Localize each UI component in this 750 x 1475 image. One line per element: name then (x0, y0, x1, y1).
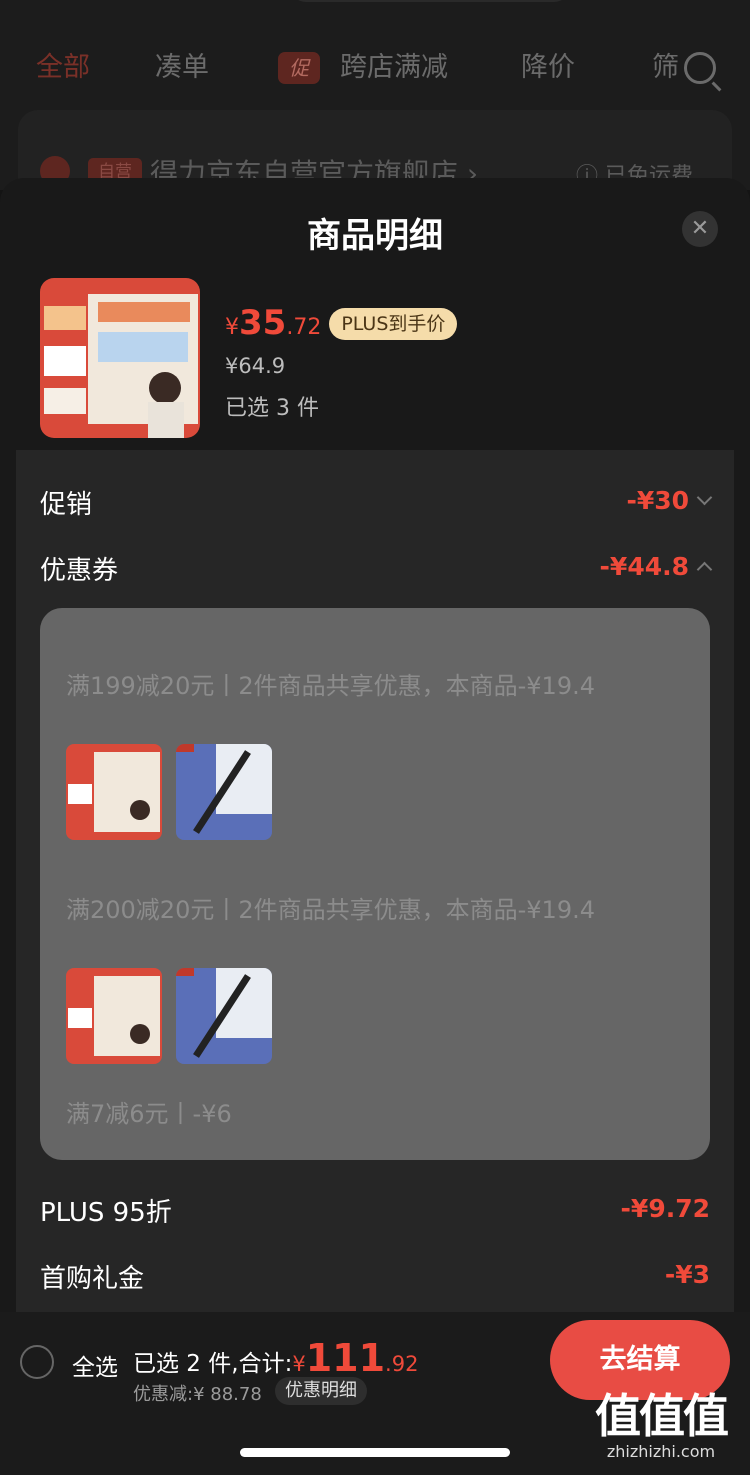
close-icon[interactable]: ✕ (682, 211, 718, 247)
sheet-title: 商品明细 (307, 216, 443, 256)
coupon-product-thumb (176, 744, 272, 840)
promo-badge: 促 (278, 52, 320, 84)
coupon-label: 优惠券 (40, 556, 119, 586)
original-price: ¥64.9 (225, 354, 286, 378)
coupon-list: 满199减20元丨2件商品共享优惠，本商品-¥19.4 满200减20元丨2件商… (40, 608, 710, 1160)
chevron-up-icon (696, 561, 713, 578)
coupon-item: 满199减20元丨2件商品共享优惠，本商品-¥19.4 (66, 672, 595, 700)
total-decimal: .92 (385, 1352, 419, 1376)
select-all-label[interactable]: 全选 (72, 1348, 118, 1382)
coupon-product-thumb (176, 968, 272, 1064)
promo-value: -¥30 (626, 486, 689, 515)
tab-all[interactable]: 全部 (36, 48, 90, 88)
price-integer: 35 (239, 303, 287, 343)
coupon-item: 满200减20元丨2件商品共享优惠，本商品-¥19.4 (66, 896, 595, 924)
plus-discount-value: -¥9.72 (620, 1194, 710, 1223)
selected-count: 已选 3 件 (225, 396, 319, 421)
price-currency: ¥ (225, 315, 239, 340)
price-decimal: .72 (286, 315, 322, 340)
coupon-product-thumb (66, 968, 162, 1064)
total-prefix: 已选 2 件,合计: (133, 1351, 293, 1377)
plus-price-tag: PLUS到手价 (329, 308, 458, 340)
product-price: ¥35.72 PLUS到手价 (225, 303, 458, 343)
plus-discount-label: PLUS 95折 (40, 1198, 172, 1228)
promo-label: 促销 (40, 490, 93, 520)
coupon-value: -¥44.8 (599, 552, 689, 581)
checkout-bar: 全选 已选 2 件,合计:¥111.92 优惠减:¥ 88.78 优惠明细 去结… (0, 1312, 750, 1475)
coupon-product-thumb (66, 744, 162, 840)
search-icon[interactable] (684, 52, 716, 84)
coupon-row-toggle[interactable]: -¥44.8 (599, 552, 713, 581)
total-integer: 111 (305, 1336, 386, 1380)
tab-price-drop[interactable]: 降价 (521, 48, 575, 88)
site-watermark: 值值值 zhizhizhi.com (595, 1389, 729, 1461)
tab-cross-store-discount[interactable]: 跨店满减 (340, 48, 448, 88)
total-currency: ¥ (292, 1352, 306, 1376)
checkout-button[interactable]: 去结算 (550, 1320, 730, 1400)
chevron-down-icon (696, 489, 713, 506)
discount-detail-panel: 促销 -¥30 优惠券 -¥44.8 满199减20元丨2件商品共享优惠，本商品… (16, 450, 734, 1318)
watermark-logo: 值值值 (595, 1389, 729, 1443)
tab-filter[interactable]: 筛 (652, 48, 679, 88)
first-purchase-value: -¥3 (664, 1260, 710, 1289)
tab-bundle[interactable]: 凑单 (155, 48, 209, 88)
first-purchase-label: 首购礼金 (40, 1264, 145, 1294)
search-bar[interactable] (290, 0, 570, 2)
discount-total: 优惠减:¥ 88.78 (133, 1384, 262, 1405)
product-detail-sheet: 商品明细 ✕ ¥35.72 PLUS到手价 ¥64.9 已选 3 件 促销 -¥3… (0, 178, 750, 1318)
home-indicator[interactable] (240, 1448, 510, 1457)
select-all-radio[interactable] (20, 1345, 54, 1379)
coupon-item: 满7减6元丨-¥6 (66, 1100, 232, 1128)
total-summary: 已选 2 件,合计:¥111.92 (133, 1336, 418, 1380)
watermark-url: zhizhizhi.com (606, 1442, 716, 1461)
filter-tabs: 全部 凑单 促 跨店满减 降价 筛 (0, 48, 750, 92)
promo-row-toggle[interactable]: -¥30 (626, 486, 713, 515)
discount-detail-button[interactable]: 优惠明细 (275, 1377, 367, 1405)
product-image (40, 278, 200, 438)
